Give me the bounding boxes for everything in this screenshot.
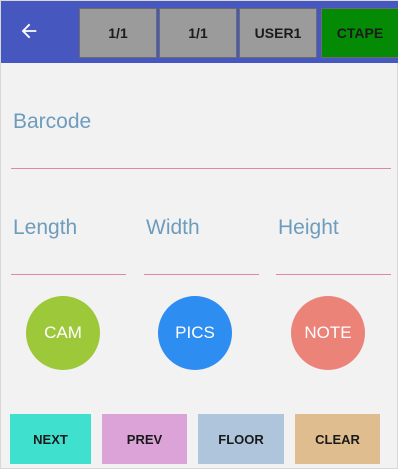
ctape-button[interactable]: CTAPE <box>321 8 398 58</box>
next-button[interactable]: NEXT <box>10 414 91 464</box>
length-label: Length <box>13 216 78 239</box>
barcode-underline <box>11 168 391 169</box>
prev-button[interactable]: PREV <box>102 414 187 464</box>
barcode-input[interactable] <box>11 139 389 167</box>
note-button[interactable]: NOTE <box>291 296 365 370</box>
width-label: Width <box>146 216 200 239</box>
length-input[interactable] <box>11 245 125 273</box>
floor-button[interactable]: FLOOR <box>198 414 284 464</box>
app-screen: 1/1 1/1 USER1 CTAPE Barcode Length Width… <box>0 0 398 469</box>
user-button[interactable]: USER1 <box>239 8 317 58</box>
length-underline <box>11 274 126 275</box>
height-input[interactable] <box>276 245 390 273</box>
barcode-label: Barcode <box>13 110 92 133</box>
clear-button[interactable]: CLEAR <box>295 414 380 464</box>
count-button-2[interactable]: 1/1 <box>159 8 237 58</box>
width-input[interactable] <box>144 245 258 273</box>
count-button-1[interactable]: 1/1 <box>79 8 157 58</box>
width-underline <box>144 274 259 275</box>
height-underline <box>276 274 391 275</box>
cam-button[interactable]: CAM <box>26 296 100 370</box>
pics-button[interactable]: PICS <box>158 296 232 370</box>
arrow-left-icon <box>21 23 37 39</box>
top-bar: 1/1 1/1 USER1 CTAPE <box>1 1 398 63</box>
back-button[interactable] <box>9 11 49 51</box>
height-label: Height <box>278 216 339 239</box>
